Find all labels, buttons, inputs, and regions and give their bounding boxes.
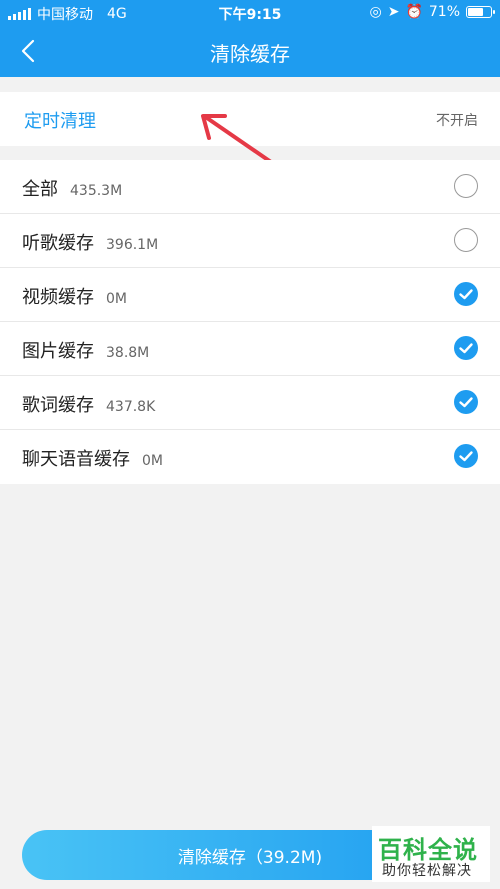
- cache-item-size: 0M: [142, 453, 163, 469]
- cache-item-voice-chat[interactable]: 聊天语音缓存 0M: [0, 430, 500, 484]
- top-bar: 中国移动 4G 下午9:15 ◎ ➤ ⏰ 71% 清除缓存: [0, 0, 500, 77]
- watermark-logo: 百科全说 助你轻松解决: [372, 826, 490, 882]
- cache-item-label: 视频缓存: [22, 287, 94, 308]
- unchecked-circle-icon[interactable]: [454, 174, 478, 198]
- cache-item-video[interactable]: 视频缓存 0M: [0, 268, 500, 322]
- cache-item-image[interactable]: 图片缓存 38.8M: [0, 322, 500, 376]
- cache-item-label: 图片缓存: [22, 341, 94, 362]
- checked-circle-icon[interactable]: [454, 282, 478, 306]
- checked-circle-icon[interactable]: [454, 336, 478, 360]
- status-bar: 中国移动 4G 下午9:15 ◎ ➤ ⏰ 71%: [0, 0, 500, 26]
- checkmark-icon: [459, 289, 473, 300]
- cache-list: 全部 435.3M 听歌缓存 396.1M 视频缓存 0M 图片缓存 38.8M 歌词缓…: [0, 160, 500, 484]
- battery-icon: [466, 6, 495, 18]
- cache-item-size: 0M: [106, 291, 127, 307]
- cache-item-size: 396.1M: [106, 237, 159, 253]
- cache-item-label: 聊天语音缓存: [22, 449, 130, 470]
- location-icon: ➤: [387, 4, 400, 20]
- unchecked-circle-icon[interactable]: [454, 228, 478, 252]
- cache-item-label: 歌词缓存: [22, 395, 94, 416]
- page-title: 清除缓存: [210, 42, 290, 66]
- cache-item-label: 全部: [22, 179, 58, 200]
- watermark-subtitle: 助你轻松解决: [382, 863, 472, 879]
- cache-item-all[interactable]: 全部 435.3M: [0, 160, 500, 214]
- checked-circle-icon[interactable]: [454, 444, 478, 468]
- cache-item-lyrics[interactable]: 歌词缓存 437.8K: [0, 376, 500, 430]
- timer-clean-value: 不开启: [436, 113, 478, 129]
- cache-item-label: 听歌缓存: [22, 233, 94, 254]
- orientation-lock-icon: ◎: [369, 4, 382, 20]
- alarm-icon: ⏰: [405, 4, 423, 20]
- battery-percent: 71%: [428, 4, 460, 20]
- cache-item-size: 435.3M: [70, 183, 123, 199]
- cache-item-music[interactable]: 听歌缓存 396.1M: [0, 214, 500, 268]
- timer-clean-label: 定时清理: [24, 111, 96, 132]
- cache-item-size: 38.8M: [106, 345, 150, 361]
- navigation-bar: 清除缓存: [0, 26, 500, 77]
- cache-item-size: 437.8K: [106, 399, 156, 415]
- checked-circle-icon[interactable]: [454, 390, 478, 414]
- checkmark-icon: [459, 343, 473, 354]
- checkmark-icon: [459, 397, 473, 408]
- checkmark-icon: [459, 451, 473, 462]
